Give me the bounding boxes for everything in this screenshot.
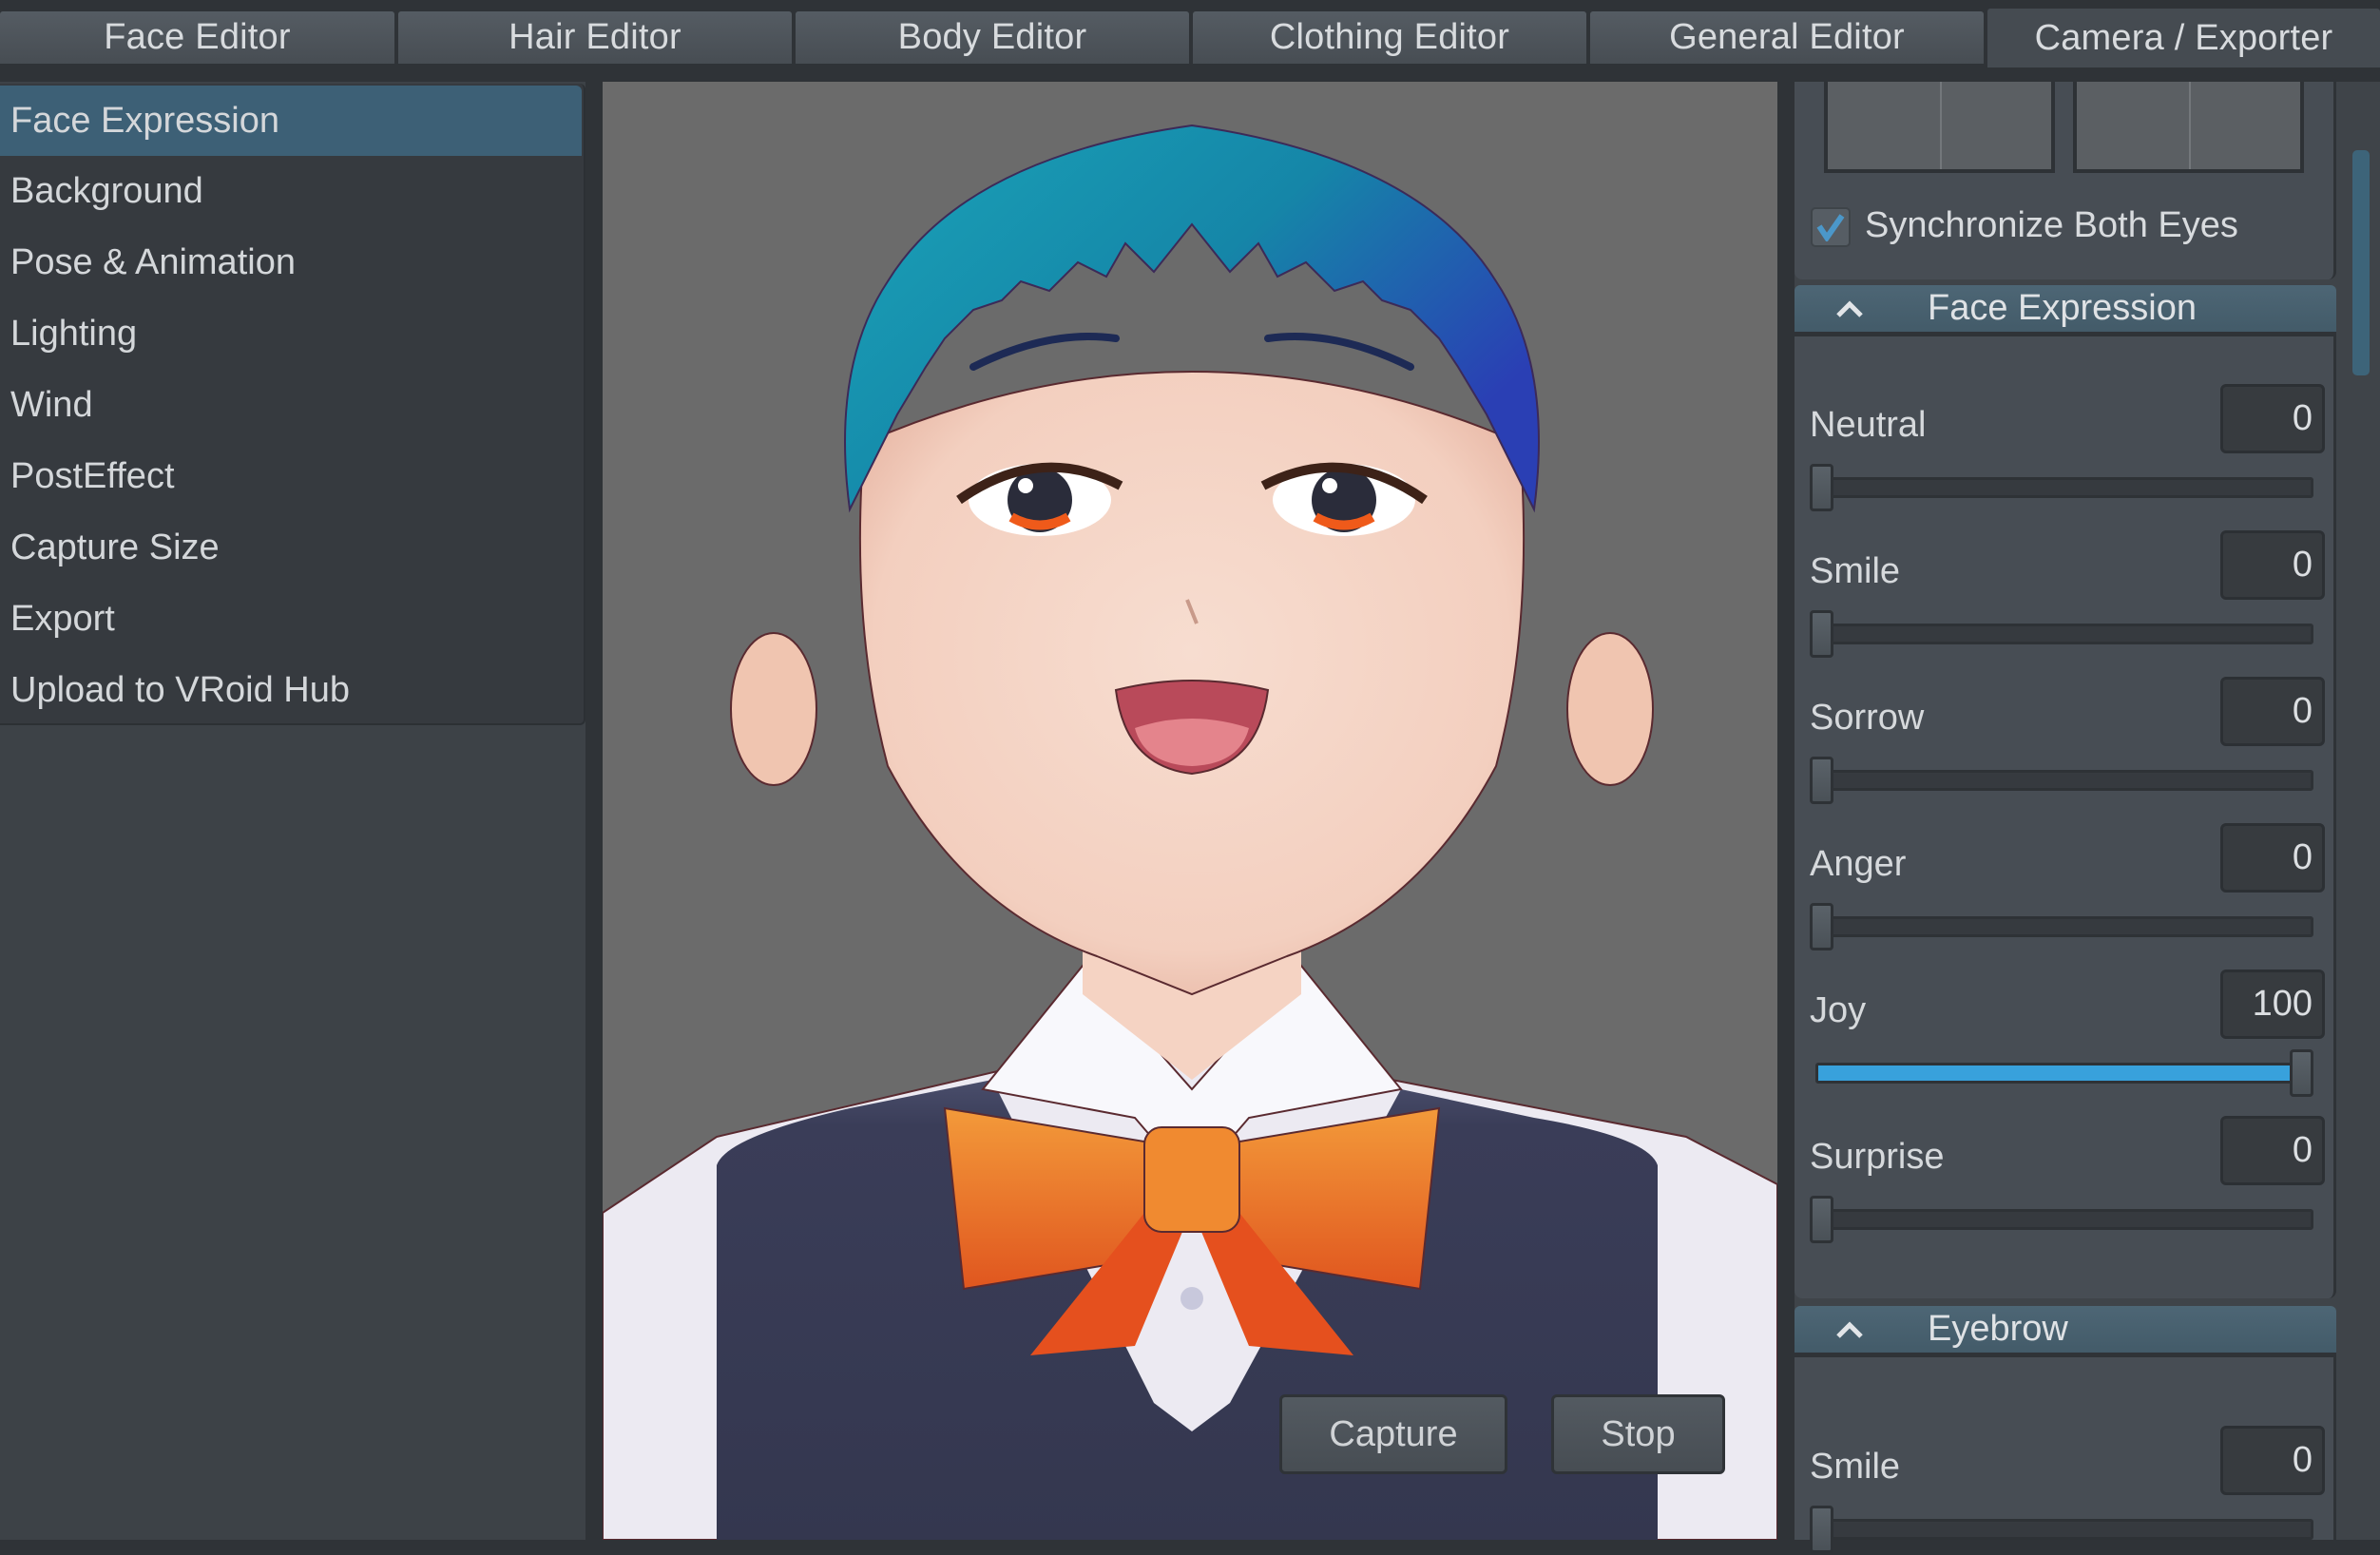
- tab-clothing-editor[interactable]: Clothing Editor: [1193, 11, 1586, 64]
- tab-camera-exporter[interactable]: Camera / Exporter: [1987, 9, 2380, 67]
- eyebrow-body: Smile 0: [1795, 1357, 2336, 1553]
- param-value-smile[interactable]: 0: [2220, 530, 2325, 600]
- param-label-neutral: Neutral: [1810, 405, 1927, 445]
- slider-neutral[interactable]: [1810, 464, 2313, 513]
- capture-button[interactable]: Capture: [1279, 1394, 1507, 1474]
- slider-anger[interactable]: [1810, 903, 2313, 952]
- sidebar-menu: Face Expression Background Pose & Animat…: [0, 84, 585, 725]
- panel-divider: [1777, 82, 1795, 1540]
- sidebar-item-posteffect[interactable]: PostEffect: [0, 441, 582, 511]
- slider-sorrow[interactable]: [1810, 757, 2313, 806]
- inspector-panel: Synchronize Both Eyes Face Expression Ne…: [1795, 82, 2380, 1553]
- stop-button[interactable]: Stop: [1551, 1394, 1725, 1474]
- param-label-sorrow: Sorrow: [1810, 698, 1925, 738]
- param-label-anger: Anger: [1810, 844, 1907, 884]
- sidebar-item-pose-animation[interactable]: Pose & Animation: [0, 227, 582, 298]
- sidebar-item-wind[interactable]: Wind: [0, 370, 582, 440]
- tab-body-editor[interactable]: Body Editor: [796, 11, 1189, 64]
- checkmark-icon: [1816, 214, 1845, 241]
- editor-tab-bar: Face Editor Hair Editor Body Editor Clot…: [0, 9, 2380, 67]
- param-label-smile: Smile: [1810, 551, 1901, 591]
- param-label-joy: Joy: [1810, 990, 1867, 1030]
- 3d-viewport[interactable]: Capture Stop: [603, 82, 1777, 1540]
- left-eye-thumbnail[interactable]: [1824, 82, 2055, 173]
- slider-eyebrow-smile[interactable]: [1810, 1506, 2313, 1555]
- sidebar-item-lighting[interactable]: Lighting: [0, 298, 582, 369]
- sidebar-divider: [585, 82, 603, 1540]
- chevron-up-icon: [1834, 1320, 1880, 1339]
- slider-smile[interactable]: [1810, 610, 2313, 660]
- param-label-eyebrow-smile: Smile: [1810, 1447, 1901, 1487]
- slider-joy[interactable]: [1810, 1049, 2313, 1099]
- face-expression-body: Neutral 0 Smile 0 Sorrow 0 Anger 0 Joy 1…: [1795, 336, 2336, 1298]
- param-value-eyebrow-smile[interactable]: 0: [2220, 1426, 2325, 1495]
- sidebar-item-export[interactable]: Export: [0, 584, 582, 654]
- param-value-anger[interactable]: 0: [2220, 823, 2325, 893]
- tab-hair-editor[interactable]: Hair Editor: [398, 11, 792, 64]
- face-expression-section-header[interactable]: Face Expression: [1795, 285, 2336, 336]
- eye-settings-card: Synchronize Both Eyes: [1795, 82, 2336, 279]
- section-title: Eyebrow: [1928, 1309, 2068, 1349]
- sidebar: Face Expression Background Pose & Animat…: [0, 82, 585, 1540]
- right-eye-thumbnail[interactable]: [2073, 82, 2304, 173]
- sidebar-item-background[interactable]: Background: [0, 156, 582, 226]
- sidebar-item-upload-vroid-hub[interactable]: Upload to VRoid Hub: [0, 655, 582, 725]
- tab-face-editor[interactable]: Face Editor: [0, 11, 394, 64]
- sync-eyes-checkbox[interactable]: [1811, 207, 1851, 247]
- tab-general-editor[interactable]: General Editor: [1590, 11, 1984, 64]
- slider-surprise[interactable]: [1810, 1196, 2313, 1245]
- sidebar-item-face-expression[interactable]: Face Expression: [0, 86, 582, 156]
- param-value-sorrow[interactable]: 0: [2220, 677, 2325, 746]
- eyebrow-section-header[interactable]: Eyebrow: [1795, 1306, 2336, 1357]
- param-value-joy[interactable]: 100: [2220, 969, 2325, 1039]
- param-label-surprise: Surprise: [1810, 1137, 1945, 1177]
- param-value-surprise[interactable]: 0: [2220, 1116, 2325, 1185]
- avatar-render: [603, 124, 1777, 1540]
- param-value-neutral[interactable]: 0: [2220, 384, 2325, 453]
- chevron-up-icon: [1834, 299, 1880, 318]
- inspector-scrollbar[interactable]: [2352, 150, 2370, 375]
- section-title: Face Expression: [1928, 288, 2198, 328]
- sync-eyes-label: Synchronize Both Eyes: [1865, 205, 2238, 245]
- sidebar-item-capture-size[interactable]: Capture Size: [0, 512, 582, 583]
